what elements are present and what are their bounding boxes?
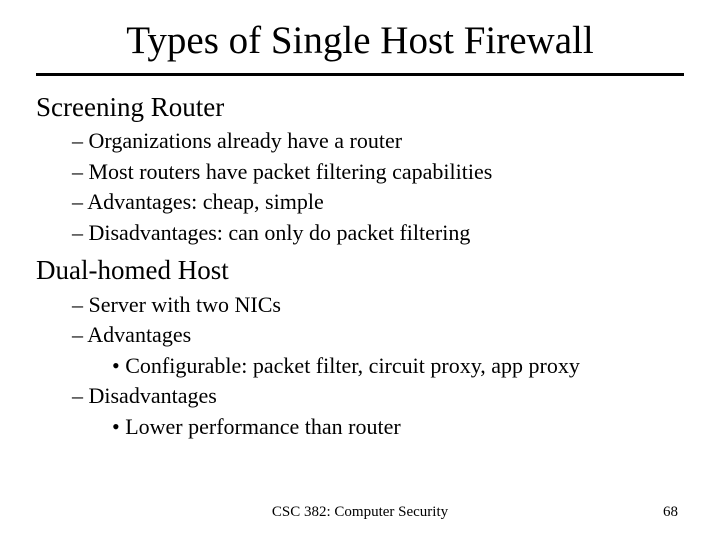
list-item: Lower performance than router bbox=[130, 413, 720, 442]
footer-page-number: 68 bbox=[663, 504, 678, 521]
advantages-sublist: Configurable: packet filter, circuit pro… bbox=[90, 352, 720, 381]
dual-homed-list: Server with two NICs Advantages Configur… bbox=[0, 291, 720, 442]
list-item: Disadvantages Lower performance than rou… bbox=[90, 382, 720, 441]
list-item: Organizations already have a router bbox=[90, 127, 720, 156]
slide-title: Types of Single Host Firewall bbox=[0, 0, 720, 73]
disadvantages-sublist: Lower performance than router bbox=[90, 413, 720, 442]
list-item: Server with two NICs bbox=[90, 291, 720, 320]
list-item: Advantages Configurable: packet filter, … bbox=[90, 321, 720, 380]
slide: Types of Single Host Firewall Screening … bbox=[0, 0, 720, 540]
screening-router-list: Organizations already have a router Most… bbox=[0, 127, 720, 247]
list-item: Advantages: cheap, simple bbox=[90, 188, 720, 217]
list-item-label: Advantages bbox=[87, 322, 191, 347]
list-item-label: Disadvantages bbox=[89, 383, 217, 408]
slide-footer: CSC 382: Computer Security 68 bbox=[0, 504, 720, 524]
section-heading-screening-router: Screening Router bbox=[36, 90, 720, 125]
list-item: Most routers have packet filtering capab… bbox=[90, 158, 720, 187]
title-underline bbox=[36, 73, 684, 76]
section-heading-dual-homed-host: Dual-homed Host bbox=[36, 253, 720, 288]
list-item: Configurable: packet filter, circuit pro… bbox=[130, 352, 720, 381]
footer-course: CSC 382: Computer Security bbox=[272, 504, 448, 521]
list-item: Disadvantages: can only do packet filter… bbox=[90, 219, 720, 248]
